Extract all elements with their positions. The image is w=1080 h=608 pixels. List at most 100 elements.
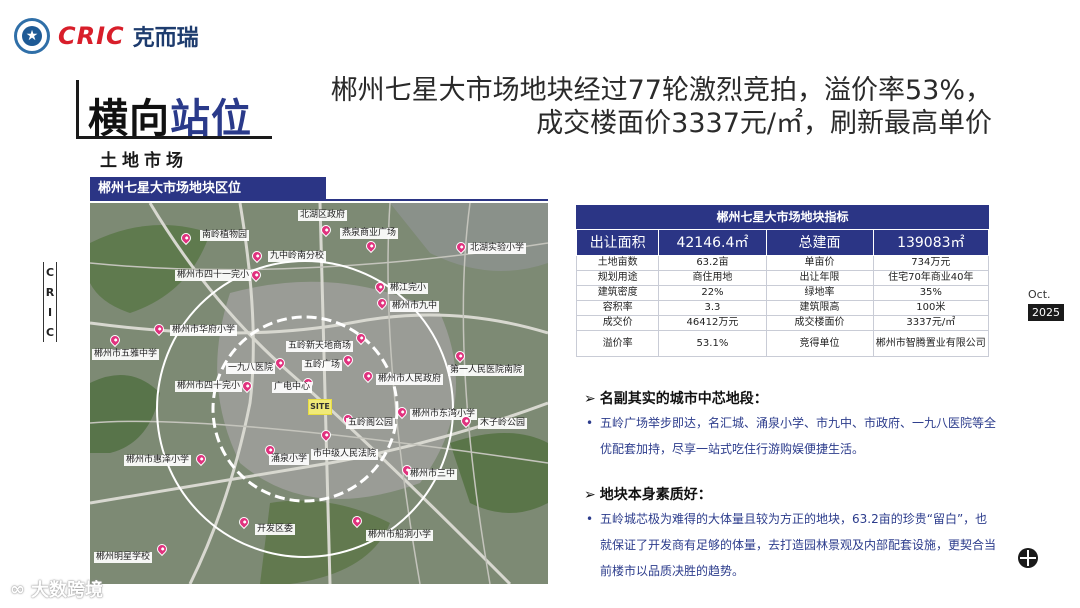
map-label: 五岭新天地商场 xyxy=(286,341,354,352)
table-cell: 商住用地 xyxy=(658,270,767,286)
table-cell: 溢价率 xyxy=(575,330,660,357)
indicator-table-title: 郴州七星大市场地块指标 xyxy=(576,205,989,229)
headline: 郴州七星大市场地块经过77轮激烈竞拍，溢价率53%， 成交楼面价3337元/㎡，… xyxy=(331,74,992,140)
map-label: 木子岭公园 xyxy=(478,418,528,429)
table-cell: 规划用途 xyxy=(575,270,660,286)
table-cell: 成交价 xyxy=(575,315,660,331)
table-cell: 建筑密度 xyxy=(575,285,660,301)
table-cell: 22% xyxy=(658,285,767,301)
table-cell: 3337元/㎡ xyxy=(872,315,990,331)
crosshair-icon xyxy=(1018,548,1038,568)
point-2-heading: ➢ 地块本身素质好： xyxy=(584,484,712,504)
map-label: 一九八医院 xyxy=(226,363,276,374)
bullet-icon: • xyxy=(586,512,594,526)
arrow-icon: ➢ xyxy=(584,487,596,503)
site-marker: SITE xyxy=(308,399,332,415)
table-cell: 63.2亩 xyxy=(658,255,767,271)
table-cell: 35% xyxy=(872,285,990,301)
table-cell: 100米 xyxy=(872,300,990,316)
point-2-description: • 五岭城芯极为难得的大体量且较为方正的地块，63.2亩的珍贵“留白”，也就保证… xyxy=(586,506,996,584)
map-label: 南岭植物园 xyxy=(200,230,250,241)
table-row: 成交价 46412万元 成交楼面价 3337元/㎡ xyxy=(575,315,990,331)
emblem-icon: ★ xyxy=(14,18,50,54)
headline-line-2: 成交楼面价3337元/㎡，刷新最高单价 xyxy=(536,108,992,139)
map-label: 五岭广场 xyxy=(302,360,343,371)
table-cell: 139083㎡ xyxy=(872,229,990,256)
map-label: 广电中心 xyxy=(272,382,313,393)
point-description-text: 五岭城芯极为难得的大体量且较为方正的地块，63.2亩的珍贵“留白”，也就保证了开… xyxy=(600,512,997,578)
map-label: 郴州明星学校 xyxy=(94,552,153,563)
table-cell: 3.3 xyxy=(658,300,767,316)
table-cell: 出让年限 xyxy=(765,270,874,286)
map-label: 北湖区政府 xyxy=(298,210,348,221)
table-row: 建筑密度 22% 绿地率 35% xyxy=(575,285,990,301)
table-cell: 总建面 xyxy=(765,229,874,256)
map-title-underline xyxy=(326,199,548,201)
table-cell: 单亩价 xyxy=(765,255,874,271)
vtag-char: C xyxy=(45,325,55,339)
table-cell: 竞得单位 xyxy=(765,330,874,357)
map-label: 郴州市四十一完小 xyxy=(175,270,252,281)
table-cell: 734万元 xyxy=(872,255,990,271)
table-row: 规划用途 商住用地 出让年限 住宅70年商业40年 xyxy=(575,270,990,286)
map-label: 郴州市人民政府 xyxy=(376,374,444,385)
date-month: Oct. xyxy=(1028,288,1051,301)
table-row-main: 出让面积 42146.4㎡ 总建面 139083㎡ xyxy=(575,229,990,256)
vtag-char: C xyxy=(45,265,55,279)
watermark: ∞ 大数跨境 xyxy=(10,576,103,602)
point-heading-text: 名副其实的城市中芯地段： xyxy=(599,391,768,407)
map-label: 北湖实验小学 xyxy=(468,243,527,254)
map-label: 郴州市华府小学 xyxy=(170,325,238,336)
watermark-text: 大数跨境 xyxy=(31,580,103,601)
vtag-char: I xyxy=(47,305,53,319)
point-heading-text: 地块本身素质好： xyxy=(599,487,712,503)
table-cell: 土地亩数 xyxy=(575,255,660,271)
map-label: 开发区委 xyxy=(255,524,296,535)
table-cell: 住宅70年商业40年 xyxy=(872,270,990,286)
map-label: 市中级人民法院 xyxy=(311,449,379,460)
map-title: 郴州七星大市场地块区位 xyxy=(90,177,326,201)
map-label: 郴州市惠泽小学 xyxy=(124,455,192,466)
logo-cn-text: 克而瑞 xyxy=(132,26,199,51)
vtag-char: R xyxy=(45,285,55,299)
table-cell: 容积率 xyxy=(575,300,660,316)
table-cell: 53.1% xyxy=(658,330,767,357)
table-row: 土地亩数 63.2亩 单亩价 734万元 xyxy=(575,255,990,271)
table-cell: 成交楼面价 xyxy=(765,315,874,331)
map-label: 郴州市九中 xyxy=(390,301,440,312)
map-label: 燕泉商业广场 xyxy=(340,228,399,239)
map-label: 九中岭南分校 xyxy=(268,251,327,262)
table-cell: 46412万元 xyxy=(658,315,767,331)
table-row: 容积率 3.3 建筑限高 100米 xyxy=(575,300,990,316)
logo-cric-text: CRIC xyxy=(58,22,125,50)
table-cell: 42146.4㎡ xyxy=(658,229,767,256)
map-label: 郴州市五雅中学 xyxy=(92,349,160,360)
table-cell: 郴州市智腾置业有限公司 xyxy=(872,330,990,357)
map-label: 郴州市船洞小学 xyxy=(366,530,434,541)
vertical-cric-tag: C R I C xyxy=(43,262,57,342)
watermark-icon: ∞ xyxy=(10,578,25,600)
table-cell: 绿地率 xyxy=(765,285,874,301)
table-row: 溢价率 53.1% 竞得单位 郴州市智腾置业有限公司 xyxy=(575,330,990,357)
headline-line-1: 郴州七星大市场地块经过77轮激烈竞拍，溢价率53%， xyxy=(330,75,992,106)
point-description-text: 五岭广场举步即达，名汇城、涌泉小学、市九中、市政府、一九八医院等全优配套加持，尽… xyxy=(600,416,997,456)
map-label: 涌泉小学 xyxy=(269,454,310,465)
map-label: 第一人民医院南院 xyxy=(448,365,525,376)
bullet-icon: • xyxy=(586,416,594,430)
map-label: 郴州市四十完小 xyxy=(175,381,243,392)
point-1-description: • 五岭广场举步即达，名汇城、涌泉小学、市九中、市政府、一九八医院等全优配套加持… xyxy=(586,410,996,462)
arrow-icon: ➢ xyxy=(584,391,596,407)
section-divider xyxy=(76,136,272,139)
section-subtitle: 土地市场 xyxy=(100,151,188,171)
table-cell: 建筑限高 xyxy=(765,300,874,316)
date-year: 2025 xyxy=(1028,304,1064,321)
map-label: 五岭阁公园 xyxy=(346,418,396,429)
company-logo: ★ CRIC 克而瑞 xyxy=(14,18,199,54)
table-cell: 出让面积 xyxy=(575,229,660,256)
location-map: SITE 南岭植物园 北湖区政府 燕泉商业广场 北湖实验小学 九中岭南分校 郴州… xyxy=(90,203,548,584)
section-divider-vertical xyxy=(76,80,79,138)
point-1-heading: ➢ 名副其实的城市中芯地段： xyxy=(584,388,768,408)
map-label: 郴州市三中 xyxy=(408,469,458,480)
indicator-table: 出让面积 42146.4㎡ 总建面 139083㎡ 土地亩数 63.2亩 单亩价… xyxy=(575,229,990,357)
map-label: 郴江完小 xyxy=(388,283,429,294)
